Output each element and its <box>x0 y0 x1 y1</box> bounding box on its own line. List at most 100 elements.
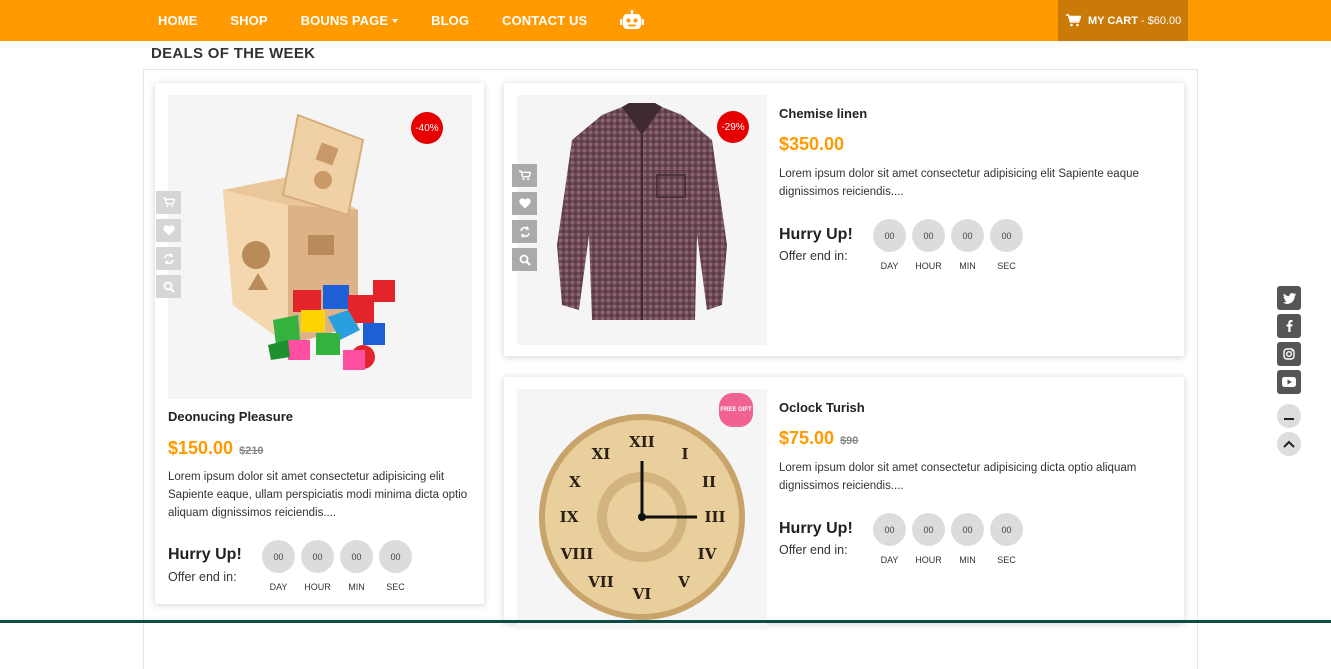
my-cart-button[interactable]: MY CART - $60.00 <box>1058 0 1188 41</box>
timer-value: 00 <box>990 219 1023 252</box>
svg-text:X: X <box>569 473 581 491</box>
quick-view-button[interactable] <box>156 275 181 298</box>
price-value: $350.00 <box>779 134 845 154</box>
hurry-up-label: Hurry Up! <box>779 520 853 537</box>
timer-day: 00 DAY <box>870 513 909 565</box>
main-nav: HOME SHOP BOUNS PAGE BLOG CONTACT US <box>158 0 645 41</box>
wishlist-button[interactable] <box>512 192 537 215</box>
timer-day: 00 DAY <box>259 540 298 592</box>
timer-value: 00 <box>340 540 373 573</box>
twitter-link[interactable] <box>1277 286 1301 310</box>
product-image-3[interactable]: XII I II III IV V VI VII VIII IX X XI FR… <box>517 389 767 629</box>
compare-button[interactable] <box>512 220 537 243</box>
add-to-cart-button[interactable] <box>156 191 181 214</box>
timer-day: 00 DAY <box>870 219 909 271</box>
nav-bouns-page[interactable]: BOUNS PAGE <box>300 13 399 28</box>
timer-label: MIN <box>959 261 976 271</box>
product-name[interactable]: Chemise linen <box>779 106 867 121</box>
search-icon <box>163 281 175 293</box>
timer-label: HOUR <box>915 555 942 565</box>
offer-end-label: Offer end in: <box>779 543 848 557</box>
youtube-link[interactable] <box>1277 370 1301 394</box>
product-image-1[interactable]: -40% <box>168 95 472 399</box>
timer-value: 00 <box>873 219 906 252</box>
nav-shop[interactable]: SHOP <box>230 13 267 28</box>
cart-icon <box>1066 14 1081 27</box>
svg-text:VIII: VIII <box>560 545 594 563</box>
timer-label: HOUR <box>915 261 942 271</box>
quick-actions-2 <box>512 164 537 276</box>
timer-value: 00 <box>951 513 984 546</box>
product-description: Lorem ipsum dolor sit amet consectetur a… <box>779 168 1139 198</box>
scroll-top-button[interactable] <box>1277 432 1301 456</box>
instagram-link[interactable] <box>1277 342 1301 366</box>
minimize-button[interactable] <box>1277 404 1301 428</box>
countdown-timer: 00 DAY 00 HOUR 00 MIN 00 SEC <box>870 219 1026 271</box>
old-price: $90 <box>840 435 859 447</box>
timer-label: DAY <box>880 555 899 565</box>
discount-badge: -29% <box>717 111 749 143</box>
chevron-up-icon <box>1283 440 1295 448</box>
hurry-up-label: Hurry Up! <box>779 226 853 243</box>
nav-home-label: HOME <box>158 13 198 28</box>
quick-view-button[interactable] <box>512 248 537 271</box>
timer-label: SEC <box>386 582 405 592</box>
timer-label: MIN <box>959 555 976 565</box>
svg-text:III: III <box>704 508 725 526</box>
refresh-icon <box>163 252 174 265</box>
nav-blog[interactable]: BLOG <box>431 13 469 28</box>
product-description: Lorem ipsum dolor sit amet consectetur a… <box>168 471 468 519</box>
robot-icon[interactable] <box>620 9 645 32</box>
timer-label: DAY <box>880 261 899 271</box>
price-value: $150.00 <box>168 438 234 458</box>
svg-text:IX: IX <box>560 508 579 526</box>
nav-home[interactable]: HOME <box>158 13 197 28</box>
quick-actions-1 <box>156 191 181 303</box>
heart-icon <box>518 198 531 209</box>
top-navbar: HOME SHOP BOUNS PAGE BLOG CONTACT US MY … <box>0 0 1331 41</box>
product-image-2[interactable]: -29% <box>517 95 767 345</box>
product-price: $350.00 <box>779 134 844 155</box>
timer-sec: 00 SEC <box>987 219 1026 271</box>
timer-value: 00 <box>990 513 1023 546</box>
svg-text:VII: VII <box>587 573 614 591</box>
section-title: DEALS OF THE WEEK <box>151 45 316 62</box>
offer-end-label: Offer end in: <box>168 570 237 584</box>
timer-label: MIN <box>348 582 365 592</box>
hurry-up-label: Hurry Up! <box>168 546 242 563</box>
timer-min: 00 MIN <box>337 540 376 592</box>
product-price: $75.00 $90 <box>779 428 858 449</box>
svg-text:XI: XI <box>592 445 611 463</box>
svg-text:IV: IV <box>698 545 717 563</box>
refresh-icon <box>519 225 530 238</box>
svg-text:XII: XII <box>629 433 655 451</box>
youtube-icon <box>1282 377 1296 387</box>
facebook-link[interactable] <box>1277 314 1301 338</box>
product-card-3: XII I II III IV V VI VII VIII IX X XI FR… <box>504 377 1184 629</box>
price-value: $75.00 <box>779 428 835 448</box>
minimize-icon <box>1284 418 1294 420</box>
search-icon <box>519 254 531 266</box>
cart-label: MY CART <box>1088 14 1138 27</box>
nav-bouns-label: BOUNS PAGE <box>300 13 389 28</box>
compare-button[interactable] <box>156 247 181 270</box>
nav-contact-us[interactable]: CONTACT US <box>502 13 587 28</box>
nav-contact-label: CONTACT US <box>502 13 588 28</box>
cart-icon <box>518 170 531 181</box>
timer-min: 00 MIN <box>948 513 987 565</box>
free-gift-badge: FREE GIFT <box>719 393 753 427</box>
timer-hour: 00 HOUR <box>298 540 337 592</box>
svg-text:I: I <box>681 445 688 463</box>
timer-value: 00 <box>873 513 906 546</box>
svg-text:VI: VI <box>632 585 652 603</box>
product-card-1: -40% Deonucing Pleasure $150.00 $210 Lore… <box>155 83 484 604</box>
timer-label: HOUR <box>304 582 331 592</box>
old-price: $210 <box>239 445 264 457</box>
add-to-cart-button[interactable] <box>512 164 537 187</box>
product-name[interactable]: Deonucing Pleasure <box>168 409 293 424</box>
product-name[interactable]: Oclock Turish <box>779 400 865 415</box>
wishlist-button[interactable] <box>156 219 181 242</box>
cart-total: - $60.00 <box>1140 14 1182 27</box>
timer-value: 00 <box>912 513 945 546</box>
timer-min: 00 MIN <box>948 219 987 271</box>
